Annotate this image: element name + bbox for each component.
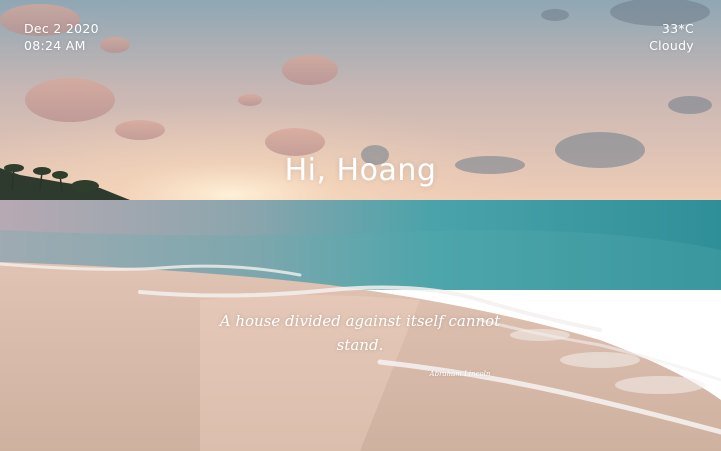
quote-text: A house divided against itself cannot st…: [219, 312, 501, 354]
weather-condition-label: Cloudy: [649, 38, 694, 53]
date-label: Dec 2 2020: [24, 21, 99, 36]
greeting-text: Hi, Hoang: [284, 153, 437, 188]
date-time: Dec 2 2020 08:24 AM: [24, 20, 99, 54]
weather-widget: 33*C Cloudy: [649, 20, 694, 54]
beach-background: [0, 0, 721, 451]
time-label: 08:24 AM: [24, 38, 86, 53]
quote-author: Abraham Lincoln: [429, 370, 491, 378]
temperature-label: 33*C: [661, 21, 694, 36]
